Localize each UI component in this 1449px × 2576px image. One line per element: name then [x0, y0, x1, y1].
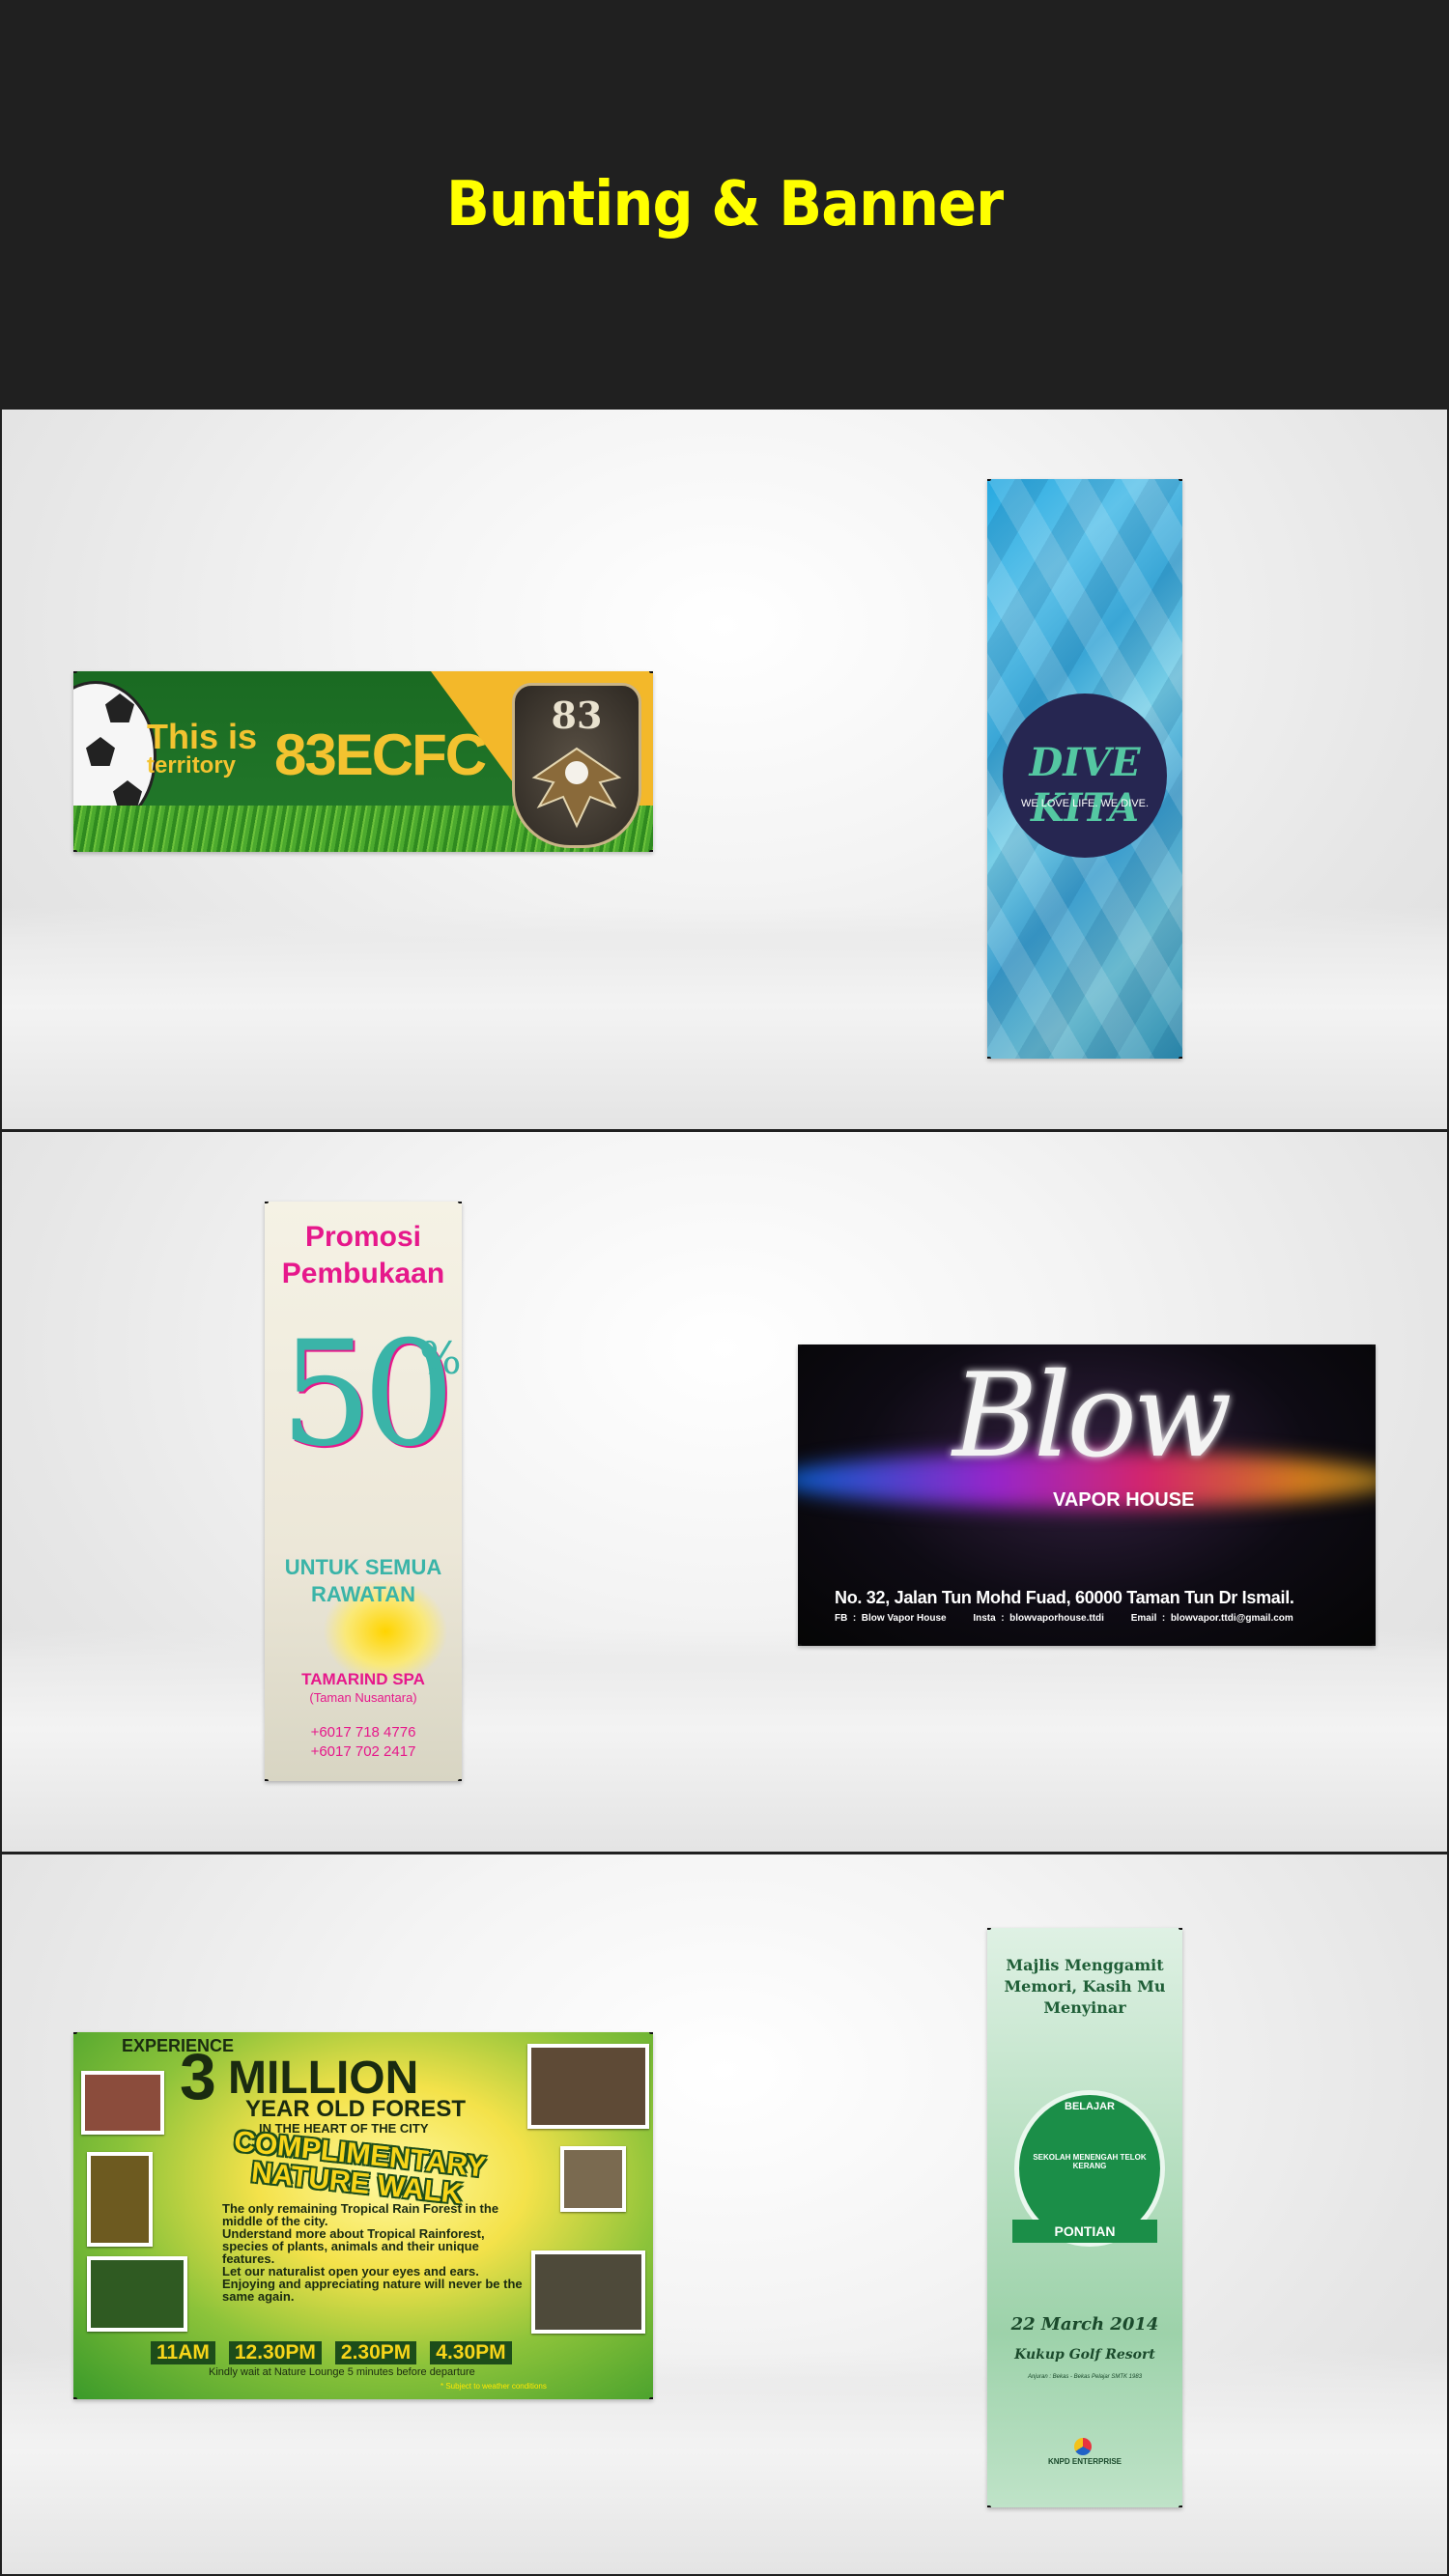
banner-tamarind-spa: Promosi Pembukaan 50 % UNTUK SEMUA RAWAT… [265, 1202, 462, 1781]
photo-6 [531, 2250, 645, 2334]
walk-times: 11AM 12.30PM 2.30PM 4.30PM [151, 2341, 512, 2364]
vapor-address: No. 32, Jalan Tun Mohd Fuad, 60000 Taman… [835, 1588, 1294, 1607]
weather-note: * Subject to weather conditions [440, 2382, 547, 2391]
page-header: Bunting & Banner [0, 0, 1449, 409]
photo-2 [87, 2152, 153, 2247]
time-slot: 4.30PM [430, 2341, 512, 2364]
banner-line-2: territory [147, 752, 237, 778]
majlis-title: Majlis Menggamit Memori, Kasih Mu Menyin… [1004, 1956, 1166, 2017]
organizer-text: Anjuran : Bekas - Bekas Pelajar SMTK 198… [1027, 2374, 1143, 2380]
nature-walk-title: COMPLIMENTARY NATURE WALK [232, 2125, 488, 2211]
photo-4 [527, 2044, 649, 2129]
spa-name: TAMARIND SPA [301, 1670, 425, 1688]
photo-3 [87, 2256, 187, 2332]
banner-line-1: This is [147, 717, 258, 756]
logo-circle: DIVE KITA WE LOVE LIFE. WE DIVE. [1003, 694, 1167, 858]
event-venue: Kukup Golf Resort [1014, 2347, 1155, 2363]
time-slot: 12.30PM [228, 2341, 322, 2364]
banner-dive-kita: DIVE KITA WE LOVE LIFE. WE DIVE. [987, 479, 1182, 1059]
time-slot: 11AM [151, 2341, 215, 2364]
page-title: Bunting & Banner [445, 168, 1004, 241]
forest-body-text: The only remaining Tropical Rain Forest … [222, 2201, 523, 2304]
pontian-ribbon: PONTIAN [1012, 2220, 1157, 2243]
event-date: 22 March 2014 [1010, 2314, 1159, 2335]
percent-sign: % [419, 1332, 462, 1384]
banner-majlis: Majlis Menggamit Memori, Kasih Mu Menyin… [987, 1928, 1182, 2507]
banner-blow-vapor: Blow VAPOR HOUSE No. 32, Jalan Tun Mohd … [798, 1345, 1376, 1646]
crest-ring-text: SEKOLAH MENENGAH TELOK KERANG [1033, 2153, 1147, 2170]
eagle-crest-icon: 83 [512, 683, 641, 848]
three-number: 3 [180, 2040, 216, 2113]
blow-logo: Blow [952, 1349, 1233, 1484]
dive-tagline: WE LOVE LIFE. WE DIVE. [1020, 798, 1150, 809]
experience-label: EXPERIENCE [122, 2036, 235, 2055]
spa-location: (Taman Nusantara) [309, 1690, 417, 1705]
spa-phones: +6017 718 4776 +6017 702 2417 [310, 1724, 416, 1760]
vapor-house-label: VAPOR HOUSE [1053, 1489, 1195, 1511]
club-name: 83ECFC [274, 722, 487, 787]
banner-83ecfc: This is territory 83ECFC 83 [73, 671, 653, 852]
enterprise-name: KNPD ENTERPRISE [1047, 2457, 1122, 2466]
vapor-contacts: FB : Blow Vapor House Insta : blowvaporh… [835, 1613, 1293, 1624]
untuk-text: UNTUK SEMUA RAWATAN [284, 1555, 442, 1606]
photo-1 [81, 2071, 164, 2135]
enterprise-logo-icon [1074, 2438, 1092, 2455]
promo-title: Promosi Pembukaan [281, 1221, 445, 1289]
time-slot: 2.30PM [334, 2341, 417, 2364]
crest-belajar: BELAJAR [1065, 2101, 1115, 2112]
year-old-label: YEAR OLD FOREST [245, 2096, 467, 2122]
kindly-note: Kindly wait at Nature Lounge 5 minutes b… [209, 2366, 475, 2378]
photo-5 [560, 2146, 626, 2212]
banner-rain-forest: EXPERIENCE 3 MILLION YEAR OLD FOREST IN … [73, 2032, 653, 2399]
dive-logo: DIVE KITA [1029, 740, 1141, 831]
